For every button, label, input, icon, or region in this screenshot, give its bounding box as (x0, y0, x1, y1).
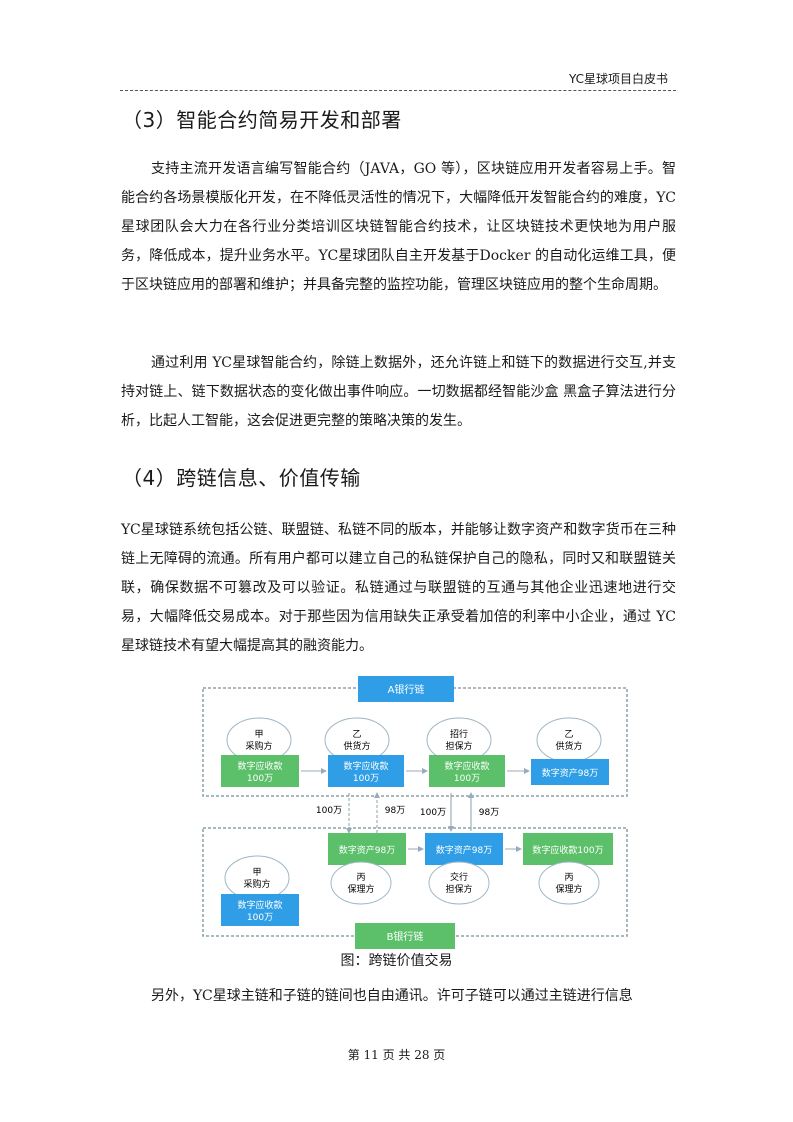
transfer-label-1: 100万 (316, 806, 342, 816)
bottom-node-4-l2: 保理方 (555, 883, 582, 895)
bottom-node-1: 甲 采购方 数字应收款 100万 (221, 855, 299, 926)
figure-caption: 图：跨链价值交易 (340, 953, 453, 969)
section-3-paragraph-2: 通过利用 YC星球智能合约，除链上数据外，还允许链上和链下的数据进行交互,并支持… (121, 355, 676, 429)
bottom-node-3-l2: 担保方 (445, 883, 472, 895)
page-number: 第 11 页 共 28 页 (347, 1048, 446, 1062)
section-5-paragraph-1: 另外，YC星球主链和子链的链间也自由通讯。许可子链可以通过主链进行信息 (151, 988, 633, 1004)
top-node-4-l1: 乙 (564, 729, 573, 740)
top-node-2: 乙 供货方 数字应收款 100万 (324, 717, 404, 787)
bottom-node-2: 数字资产98万 丙 保理方 (328, 833, 406, 905)
top-node-4-box1: 数字资产98万 (542, 767, 598, 779)
page-header: YC星球项目白皮书 (120, 60, 676, 91)
bottom-node-1-box1: 数字应收款 (237, 899, 282, 911)
header-title: YC星球项目白皮书 (568, 72, 668, 86)
section-4-heading: （4）跨链信息、价值传输 (122, 466, 361, 490)
bottom-node-3: 数字资产98万 交行 担保方 (425, 833, 503, 905)
top-node-2-l1: 乙 (352, 729, 361, 740)
section-3-heading: （3）智能合约简易开发和部署 (122, 108, 402, 132)
top-node-3-l2: 担保方 (445, 740, 472, 752)
top-node-3: 招行 担保方 数字应收款 100万 (426, 717, 505, 787)
top-node-1-l1: 甲 (254, 729, 263, 740)
top-node-1-box2: 100万 (247, 774, 273, 784)
bottom-node-2-l2: 保理方 (347, 883, 374, 895)
bottom-node-4-box1: 数字应收款100万 (532, 844, 603, 856)
top-node-4-l2: 供货方 (555, 740, 582, 752)
bottom-node-3-l1: 交行 (450, 871, 468, 883)
section-4-paragraph-1: YC星球链系统包括公链、联盟链、私链不同的版本，并能够让数字资产和数字货币在三种… (121, 522, 676, 654)
bottom-node-1-l2: 采购方 (243, 878, 270, 890)
top-node-1-box1: 数字应收款 (237, 760, 282, 772)
top-chain-label: A银行链 (388, 683, 425, 696)
top-node-2-box1: 数字应收款 (343, 760, 388, 772)
bottom-node-1-box2: 100万 (247, 913, 273, 923)
bottom-node-3-box1: 数字资产98万 (436, 844, 492, 856)
top-node-1: 甲 采购方 数字应收款 100万 (221, 717, 299, 787)
top-node-3-box1: 数字应收款 (444, 760, 489, 772)
top-node-2-box2: 100万 (353, 774, 379, 784)
bottom-node-1-l1: 甲 (252, 867, 261, 878)
top-node-4: 乙 供货方 数字资产98万 (531, 717, 609, 785)
transfer-label-4: 98万 (479, 808, 499, 818)
bottom-node-4: 数字应收款100万 丙 保理方 (523, 833, 613, 905)
top-node-3-box2: 100万 (454, 774, 480, 784)
top-node-1-l2: 采购方 (245, 740, 272, 752)
transfer-label-2: 98万 (385, 806, 405, 816)
cross-chain-diagram: A银行链 B银行链 甲 采购方 数字应收款 100万 乙 供货方 数字应收款 1… (202, 676, 628, 949)
top-node-3-l1: 招行 (450, 728, 468, 740)
transfer-label-3: 100万 (420, 808, 446, 818)
top-node-2-l2: 供货方 (343, 740, 370, 752)
bottom-node-4-l1: 丙 (564, 872, 573, 883)
bottom-chain-label: B银行链 (387, 930, 424, 943)
bottom-node-2-l1: 丙 (356, 872, 365, 883)
bottom-node-2-box1: 数字资产98万 (339, 844, 395, 856)
section-3-paragraph-1: 支持主流开发语言编写智能合约（JAVA，GO 等），区块链应用开发者容易上手。智… (121, 161, 676, 293)
